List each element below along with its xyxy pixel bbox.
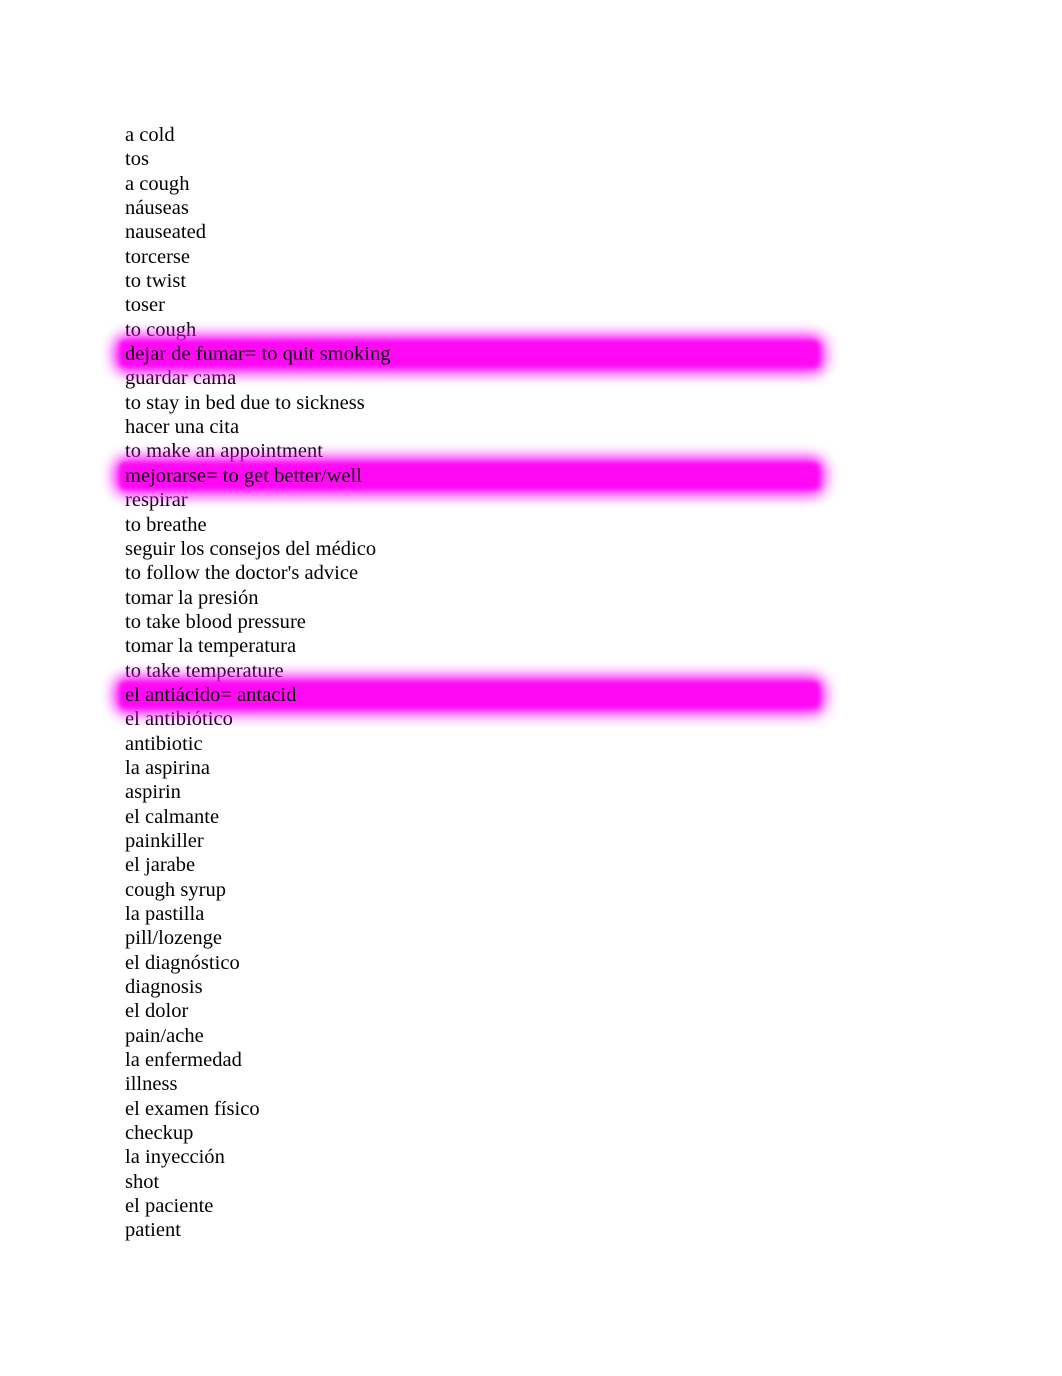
- vocabulary-line-text: el diagnóstico: [125, 951, 240, 974]
- vocabulary-line-highlighted: el antiácido= antacid: [114, 675, 825, 715]
- vocabulary-line-text: to take temperature: [125, 659, 284, 682]
- vocabulary-line: cough syrup: [125, 878, 825, 902]
- vocabulary-line: to make an appointment: [125, 439, 825, 463]
- vocabulary-line: antibiotic: [125, 732, 825, 756]
- vocabulary-line-text: la inyección: [125, 1146, 225, 1169]
- vocabulary-list: a cold tos a cough náuseas nauseated torcerse…: [114, 123, 825, 1243]
- vocabulary-line: to follow the doctor's advice: [125, 561, 825, 585]
- document-page: a cold tos a cough náuseas nauseated torcerse…: [0, 0, 1062, 1376]
- vocabulary-line: tos: [125, 147, 825, 171]
- vocabulary-line: illness: [125, 1072, 825, 1096]
- vocabulary-line-text: tomar la temperatura: [125, 635, 297, 658]
- vocabulary-line: to twist: [125, 269, 825, 293]
- vocabulary-line-text: dejar de fumar= to quit smoking: [125, 343, 391, 366]
- vocabulary-line-text: to make an appointment: [125, 440, 323, 463]
- vocabulary-line: pill/lozenge: [125, 926, 825, 950]
- vocabulary-line: torcerse: [125, 245, 825, 269]
- vocabulary-line: patient: [125, 1218, 825, 1242]
- vocabulary-line-text: to cough: [125, 318, 197, 341]
- vocabulary-line: to breathe: [125, 513, 825, 537]
- vocabulary-line-text: seguir los consejos del médico: [125, 537, 377, 560]
- vocabulary-line: náuseas: [125, 196, 825, 220]
- vocabulary-line: to stay in bed due to sickness: [125, 391, 825, 415]
- vocabulary-line: respirar: [125, 488, 825, 512]
- vocabulary-line: aspirin: [125, 780, 825, 804]
- vocabulary-line-text: illness: [125, 1073, 178, 1096]
- vocabulary-line: el calmante: [125, 805, 825, 829]
- vocabulary-line: la enfermedad: [125, 1048, 825, 1072]
- vocabulary-line-text: el calmante: [125, 805, 220, 828]
- vocabulary-line-text: diagnosis: [125, 976, 203, 999]
- vocabulary-line-text: to twist: [125, 270, 187, 293]
- vocabulary-line: seguir los consejos del médico: [125, 537, 825, 561]
- vocabulary-line-text: el paciente: [125, 1195, 214, 1218]
- vocabulary-line-text: guardar cama: [125, 367, 237, 390]
- vocabulary-line: la pastilla: [125, 902, 825, 926]
- vocabulary-line-text: pain/ache: [125, 1024, 204, 1047]
- vocabulary-line-text: aspirin: [125, 781, 181, 804]
- vocabulary-line: toser: [125, 293, 825, 317]
- vocabulary-line: el diagnóstico: [125, 951, 825, 975]
- vocabulary-line-text: nauseated: [125, 221, 206, 244]
- vocabulary-line-text: cough syrup: [125, 878, 226, 901]
- vocabulary-line: el jarabe: [125, 853, 825, 877]
- vocabulary-line-text: to stay in bed due to sickness: [125, 391, 365, 414]
- vocabulary-line-text: el antiácido= antacid: [125, 683, 297, 706]
- vocabulary-line-text: hacer una cita: [125, 416, 240, 439]
- vocabulary-line-text: painkiller: [125, 829, 204, 852]
- vocabulary-line: hacer una cita: [125, 415, 825, 439]
- vocabulary-line: to cough: [125, 318, 825, 342]
- vocabulary-line-text: respirar: [125, 489, 188, 512]
- vocabulary-line-text: náuseas: [125, 197, 189, 220]
- vocabulary-line-text: el dolor: [125, 1000, 189, 1023]
- vocabulary-line: tomar la presión: [125, 586, 825, 610]
- vocabulary-line-text: la enfermedad: [125, 1049, 242, 1072]
- vocabulary-line-text: tos: [125, 148, 149, 171]
- vocabulary-line-text: to take blood pressure: [125, 610, 306, 633]
- vocabulary-line: la inyección: [125, 1145, 825, 1169]
- vocabulary-line-text: patient: [125, 1219, 181, 1242]
- vocabulary-line: to take blood pressure: [125, 610, 825, 634]
- vocabulary-line-text: el examen físico: [125, 1097, 260, 1120]
- vocabulary-line-text: la pastilla: [125, 903, 205, 925]
- vocabulary-line: to take temperature: [125, 659, 825, 683]
- vocabulary-line-text: antibiotic: [125, 732, 203, 755]
- vocabulary-line-text: torcerse: [125, 245, 191, 268]
- vocabulary-line: painkiller: [125, 829, 825, 853]
- vocabulary-line-text: la aspirina: [125, 756, 211, 779]
- vocabulary-line: el paciente: [125, 1194, 825, 1218]
- vocabulary-line: a cough: [125, 172, 825, 196]
- vocabulary-line: tomar la temperatura: [125, 634, 825, 658]
- vocabulary-line: el examen físico: [125, 1097, 825, 1121]
- vocabulary-line-highlighted: mejorarse= to get better/well: [114, 456, 825, 496]
- vocabulary-line-text: el jarabe: [125, 854, 196, 877]
- vocabulary-line: la aspirina: [125, 756, 825, 780]
- vocabulary-line-text: shot: [125, 1170, 160, 1193]
- vocabulary-line: shot: [125, 1170, 825, 1194]
- vocabulary-line-text: checkup: [125, 1122, 194, 1145]
- vocabulary-line-text: mejorarse= to get better/well: [125, 464, 362, 487]
- vocabulary-line-text: a cold: [125, 124, 175, 146]
- vocabulary-line: el dolor: [125, 999, 825, 1023]
- vocabulary-line: guardar cama: [125, 366, 825, 390]
- vocabulary-line: checkup: [125, 1121, 825, 1145]
- vocabulary-line: diagnosis: [125, 975, 825, 999]
- vocabulary-line-text: tomar la presión: [125, 586, 259, 609]
- vocabulary-line: a cold: [125, 123, 825, 147]
- vocabulary-line-text: toser: [125, 294, 165, 317]
- vocabulary-line-text: to follow the doctor's advice: [125, 562, 359, 585]
- vocabulary-line-highlighted: dejar de fumar= to quit smoking: [114, 335, 825, 374]
- vocabulary-line-text: pill/lozenge: [125, 927, 223, 950]
- vocabulary-line: el antibiótico: [125, 707, 825, 731]
- vocabulary-line-text: el antibiótico: [125, 708, 233, 731]
- vocabulary-line-text: to breathe: [125, 513, 207, 536]
- vocabulary-line-text: a cough: [125, 172, 190, 195]
- vocabulary-line: pain/ache: [125, 1024, 825, 1048]
- vocabulary-line: nauseated: [125, 220, 825, 244]
